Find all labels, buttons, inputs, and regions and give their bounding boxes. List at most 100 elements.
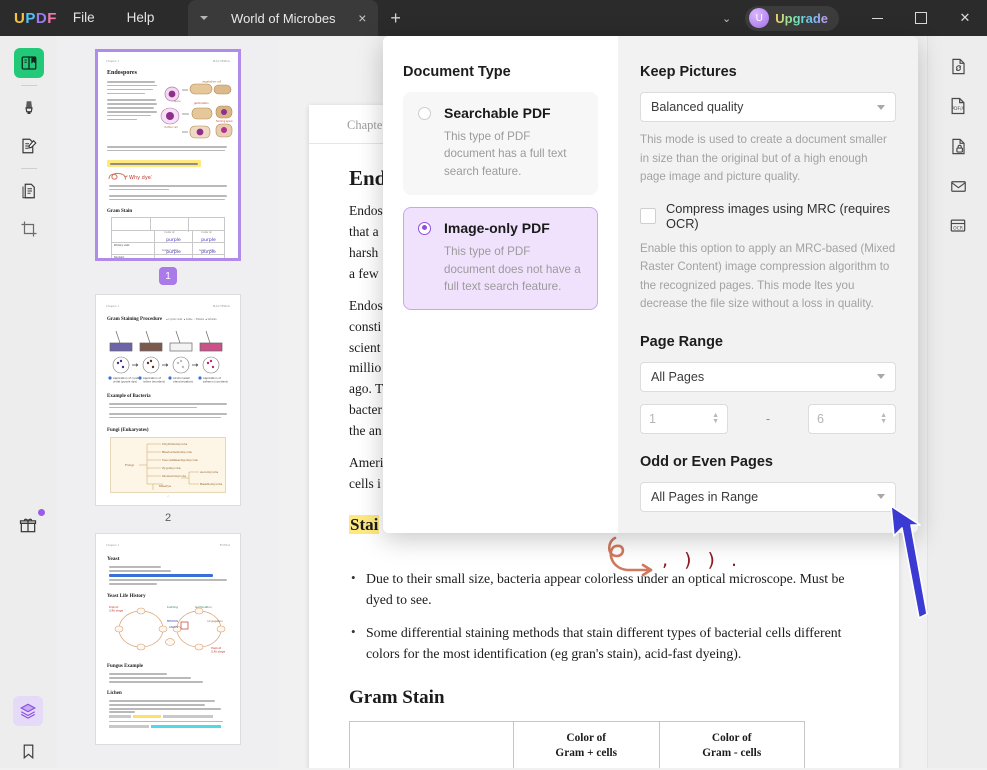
- reader-icon: [13, 48, 44, 78]
- new-tab-button[interactable]: +: [390, 9, 401, 27]
- mrc-checkbox-row[interactable]: Compress images using MRC (requires OCR): [640, 201, 896, 231]
- mini-diagram-2: Application of crystal violet (purple dy…: [108, 330, 228, 384]
- sidebar-item-crop[interactable]: [0, 210, 57, 248]
- thumbnail-page-badge: 1: [159, 267, 177, 285]
- thumbnail-image-1[interactable]: Chapter 1 BACTERIA Endospores vegetative…: [96, 50, 240, 260]
- close-icon[interactable]: ×: [358, 11, 366, 25]
- tool-email[interactable]: [928, 166, 987, 206]
- svg-text:Neocallimastigomycota: Neocallimastigomycota: [162, 458, 198, 462]
- mini-header-2: Chapter 1 BACTERIA: [106, 304, 230, 308]
- rail-divider-1: [20, 85, 37, 86]
- tab-title: World of Microbes: [231, 10, 336, 26]
- title-bar: U P D F File Help World of Microbes × + …: [0, 0, 987, 36]
- page-organize-icon: [14, 176, 44, 206]
- svg-text:budding: budding: [167, 605, 178, 609]
- option-searchable-pdf[interactable]: Searchable PDF This type of PDF document…: [403, 92, 598, 196]
- thumbnail-image-3[interactable]: Chapter 1FUNGI Yeast Yeast Life History: [96, 534, 240, 744]
- svg-text:safranin (counterstain): safranin (counterstain): [203, 380, 228, 384]
- document-tab[interactable]: World of Microbes ×: [188, 0, 379, 36]
- thumbnail-page-3[interactable]: Chapter 1FUNGI Yeast Yeast Life History: [96, 534, 240, 744]
- mini-bullets-3: [109, 566, 229, 585]
- upgrade-button[interactable]: U Upgrade: [745, 5, 839, 31]
- svg-text:(2N) stage: (2N) stage: [109, 609, 123, 613]
- radio-image-only-pdf[interactable]: [418, 221, 431, 235]
- mini-bullets-3b: [109, 673, 229, 683]
- tool-protect[interactable]: [928, 126, 987, 166]
- bookmark-icon: [13, 736, 43, 766]
- sidebar-item-gift[interactable]: [13, 506, 45, 544]
- mini-annotation-1: Why dye?: [108, 173, 152, 181]
- sidebar-item-edit[interactable]: [0, 127, 57, 165]
- odd-even-select[interactable]: All Pages in Range: [640, 481, 896, 512]
- svg-text:vegetative cell: vegetative cell: [202, 80, 221, 84]
- mini-lichen-title-3: Lichen: [107, 691, 122, 696]
- pdf-a-icon: PDF/A: [943, 91, 973, 121]
- gram-stain-heading: Gram Stain: [349, 686, 445, 708]
- mini-title-1: Endospores: [107, 70, 137, 76]
- thumbnail-page-1[interactable]: Chapter 1 BACTERIA Endospores vegetative…: [96, 50, 240, 285]
- mini-bullets-2: [109, 403, 229, 419]
- mini-header-3: Chapter 1 FUNGI: [106, 543, 230, 547]
- sidebar-item-highlight[interactable]: [0, 89, 57, 127]
- tool-convert[interactable]: [928, 46, 987, 86]
- chevron-down-icon[interactable]: [200, 16, 209, 20]
- keep-pictures-select[interactable]: Balanced quality: [640, 92, 896, 122]
- menu-help[interactable]: Help: [111, 0, 171, 36]
- option-description: This type of PDF document does not have …: [444, 245, 581, 293]
- svg-text:MEIOSIS: MEIOSIS: [167, 619, 178, 623]
- minimize-button[interactable]: [855, 0, 899, 36]
- radio-searchable-pdf[interactable]: [418, 106, 431, 120]
- gram-stain-table: Color of Gram + cells Color of Gram - ce…: [349, 720, 805, 768]
- thumbnail-page-2[interactable]: Chapter 1 BACTERIA Gram Staining Procedur…: [96, 295, 240, 524]
- page-range-to-input[interactable]: 6 ▲ ▼: [808, 403, 896, 434]
- tab-list-chevron-icon[interactable]: ⌄: [708, 12, 745, 25]
- sidebar-item-organize[interactable]: [0, 172, 57, 210]
- page-range-value: All Pages: [651, 369, 705, 384]
- convert-pdf-icon: [943, 51, 973, 81]
- page-range-select[interactable]: All Pages: [640, 361, 896, 392]
- stepper-icon[interactable]: ▲ ▼: [712, 412, 719, 425]
- thumbnail-panel[interactable]: Chapter 1 BACTERIA Endospores vegetative…: [57, 36, 279, 768]
- mini-title-2: Gram Staining Procedure ● Crystal violet…: [107, 317, 217, 322]
- menu-file[interactable]: File: [57, 0, 111, 36]
- sidebar-item-bookmark[interactable]: [13, 732, 43, 770]
- mini-fungi-chart-2: Fungi Chytridiomycota Blastocladiomycota…: [110, 437, 226, 493]
- highlighter-icon: [14, 93, 44, 123]
- chevron-down-icon: [877, 374, 885, 380]
- mrc-checkbox[interactable]: [640, 207, 656, 224]
- mrc-checkbox-label: Compress images using MRC (requires OCR): [666, 200, 891, 231]
- thumbnail-page-number: 2: [164, 512, 172, 524]
- table-header-gram-minus: Color of Gram - cells: [658, 720, 805, 768]
- sidebar-item-layers[interactable]: [13, 692, 43, 730]
- edit-pdf-icon: [14, 131, 44, 161]
- svg-text:Germination: Germination: [195, 605, 212, 609]
- tool-pdfa[interactable]: PDF/A: [928, 86, 987, 126]
- mini-gram-title-1: Gram Stain: [107, 209, 133, 214]
- tool-ocr[interactable]: OCR: [928, 206, 987, 246]
- stepper-icon[interactable]: ▲ ▼: [880, 412, 887, 425]
- maximize-button[interactable]: [899, 0, 943, 36]
- sidebar-item-reader[interactable]: [0, 44, 57, 82]
- svg-text:Why dye?: Why dye?: [129, 175, 152, 181]
- layers-icon: [13, 696, 43, 726]
- page-range-separator: -: [765, 411, 771, 427]
- svg-text:Blastocladiomycota: Blastocladiomycota: [162, 450, 192, 454]
- svg-text:forming spore: forming spore: [216, 120, 233, 123]
- gift-icon: [13, 509, 45, 540]
- table-header-gram-plus: Color of Gram + cells: [513, 720, 660, 768]
- app-logo: U P D F: [14, 10, 57, 27]
- keep-pictures-value: Balanced quality: [651, 100, 744, 114]
- mini-subtitle-2: Example of Bacteria: [107, 394, 151, 399]
- option-image-only-pdf[interactable]: Image-only PDF This type of PDF document…: [403, 207, 598, 311]
- thumbnail-image-2[interactable]: Chapter 1 BACTERIA Gram Staining Procedur…: [96, 295, 240, 505]
- svg-text:(1N) stage: (1N) stage: [211, 650, 225, 654]
- mouse-cursor: [890, 505, 928, 619]
- page-range-from-input[interactable]: 1 ▲ ▼: [640, 403, 728, 434]
- mini-diagram-1: vegetative cell spore germination formin…: [160, 80, 233, 139]
- window-close-button[interactable]: ✕: [943, 0, 987, 36]
- option-title: Image-only PDF: [444, 220, 550, 237]
- svg-text:Application of crystal: Application of crystal: [113, 376, 141, 380]
- mini-para-1b: [107, 146, 229, 152]
- upgrade-label: Upgrade: [775, 10, 828, 26]
- logo-letter-f: F: [47, 9, 57, 27]
